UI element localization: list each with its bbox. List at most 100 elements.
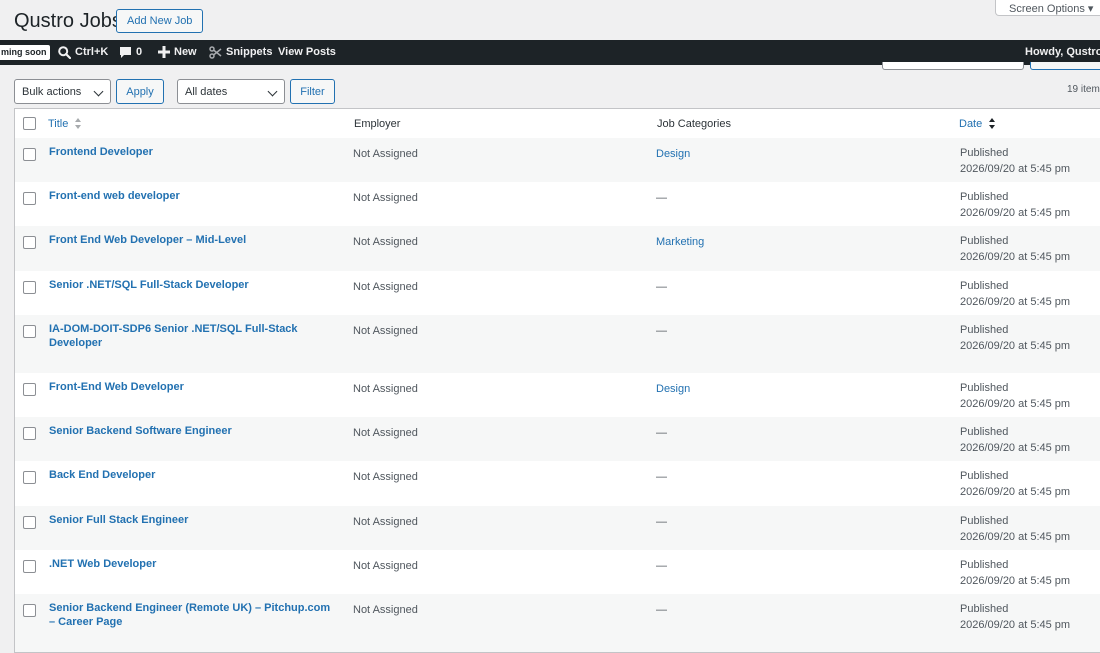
job-title-link[interactable]: .NET Web Developer [49, 557, 339, 571]
employer-value: Not Assigned [353, 560, 418, 572]
table-row: Front-end web developer Not Assigned — Publ… [15, 182, 1100, 226]
job-title-link[interactable]: IA-DOM-DOIT-SDP6 Senior .NET/SQL Full-St… [49, 322, 339, 350]
bulk-actions-select[interactable]: Bulk actions [14, 79, 111, 104]
table-row: Senior Backend Software Engineer Not Assi… [15, 417, 1100, 461]
date-column-label: Date [959, 118, 983, 130]
search-input[interactable] [882, 62, 1024, 70]
publish-date: 2026/09/20 at 5:45 pm [960, 340, 1071, 352]
jobs-table: Title Employer Job Categories Date Front… [14, 108, 1100, 653]
title-column-header[interactable]: Title [48, 118, 82, 130]
row-checkbox[interactable] [23, 427, 36, 440]
category-link[interactable]: Marketing [656, 235, 704, 249]
publish-status: Published [960, 382, 1009, 394]
job-title-link[interactable]: Senior Backend Engineer (Remote UK) – Pi… [49, 601, 339, 629]
publish-status: Published [960, 515, 1009, 527]
publish-date: 2026/09/20 at 5:45 pm [960, 207, 1071, 219]
comments-count: 0 [136, 46, 143, 58]
coming-soon-badge[interactable]: ming soon [0, 45, 50, 60]
table-row: Frontend Developer Not Assigned Design Publ… [15, 138, 1100, 182]
table-row: Senior Backend Engineer (Remote UK) – Pi… [15, 594, 1100, 652]
publish-date: 2026/09/20 at 5:45 pm [960, 296, 1071, 308]
search-shortcut-label: Ctrl+K [75, 46, 109, 58]
job-title-link[interactable]: Senior .NET/SQL Full-Stack Developer [49, 278, 339, 292]
add-new-job-button[interactable]: Add New Job [116, 9, 204, 33]
employer-value: Not Assigned [353, 192, 418, 204]
row-checkbox[interactable] [23, 236, 36, 249]
table-header: Title Employer Job Categories Date [15, 109, 1100, 139]
title-column-label: Title [48, 118, 69, 130]
date-column-header[interactable]: Date [959, 118, 996, 130]
publish-date: 2026/09/20 at 5:45 pm [960, 575, 1071, 587]
row-checkbox[interactable] [23, 516, 36, 529]
employer-column-header: Employer [354, 118, 401, 130]
employer-value: Not Assigned [353, 471, 418, 483]
publish-status: Published [960, 324, 1009, 336]
job-title-link[interactable]: Front End Web Developer – Mid-Level [49, 233, 339, 247]
category-link[interactable]: Design [656, 382, 690, 396]
search-icon [58, 45, 71, 59]
chevron-down-icon [267, 86, 278, 97]
job-title-link[interactable]: Senior Full Stack Engineer [49, 513, 339, 527]
view-posts-link[interactable]: View Posts [278, 40, 336, 65]
page-title: Qustro Jobs [14, 10, 122, 32]
chevron-down-icon [93, 86, 104, 97]
row-checkbox[interactable] [23, 325, 36, 338]
row-checkbox[interactable] [23, 604, 36, 617]
new-content-menu[interactable]: New [158, 40, 197, 65]
row-checkbox[interactable] [23, 192, 36, 205]
job-title-link[interactable]: Back End Developer [49, 468, 339, 482]
publish-status: Published [960, 235, 1009, 247]
publish-status: Published [960, 147, 1009, 159]
job-title-link[interactable]: Front-End Web Developer [49, 380, 339, 394]
row-checkbox[interactable] [23, 383, 36, 396]
job-title-link[interactable]: Senior Backend Software Engineer [49, 424, 339, 438]
screen-options-button[interactable]: Screen Options ▾ [995, 0, 1100, 16]
publish-date: 2026/09/20 at 5:45 pm [960, 442, 1071, 454]
publish-status: Published [960, 470, 1009, 482]
filter-button[interactable]: Filter [290, 79, 335, 104]
comment-icon [120, 46, 131, 58]
row-checkbox[interactable] [23, 560, 36, 573]
table-row: Front End Web Developer – Mid-Level Not A… [15, 226, 1100, 271]
publish-date: 2026/09/20 at 5:45 pm [960, 531, 1071, 543]
categories-column-header: Job Categories [657, 118, 731, 130]
snippets-menu[interactable]: Snippets [209, 40, 272, 65]
apply-button[interactable]: Apply [116, 79, 164, 104]
category-empty: — [656, 325, 667, 337]
publish-status: Published [960, 426, 1009, 438]
category-empty: — [656, 560, 667, 572]
date-filter-select[interactable]: All dates [177, 79, 285, 104]
job-title-link[interactable]: Front-end web developer [49, 189, 339, 203]
publish-date: 2026/09/20 at 5:45 pm [960, 398, 1071, 410]
table-row: .NET Web Developer Not Assigned — Published… [15, 550, 1100, 594]
category-empty: — [656, 516, 667, 528]
employer-value: Not Assigned [353, 281, 418, 293]
employer-value: Not Assigned [353, 604, 418, 616]
category-empty: — [656, 192, 667, 204]
scissors-icon [209, 45, 222, 59]
publish-date: 2026/09/20 at 5:45 pm [960, 163, 1071, 175]
publish-status: Published [960, 280, 1009, 292]
employer-value: Not Assigned [353, 325, 418, 337]
employer-value: Not Assigned [353, 516, 418, 528]
publish-date: 2026/09/20 at 5:45 pm [960, 619, 1071, 631]
row-checkbox[interactable] [23, 281, 36, 294]
category-empty: — [656, 427, 667, 439]
date-filter-value: All dates [185, 86, 228, 98]
table-row: Back End Developer Not Assigned — Published… [15, 461, 1100, 506]
table-row: IA-DOM-DOIT-SDP6 Senior .NET/SQL Full-St… [15, 315, 1100, 373]
publish-date: 2026/09/20 at 5:45 pm [960, 251, 1071, 263]
comments-link[interactable]: 0 [119, 40, 142, 65]
table-row: Senior Full Stack Engineer Not Assigned — P… [15, 506, 1100, 550]
publish-status: Published [960, 191, 1009, 203]
select-all-checkbox[interactable] [23, 117, 36, 130]
snippets-label: Snippets [226, 46, 273, 58]
employer-value: Not Assigned [353, 427, 418, 439]
row-checkbox[interactable] [23, 148, 36, 161]
category-link[interactable]: Design [656, 147, 690, 161]
search-button[interactable] [1030, 62, 1100, 70]
job-title-link[interactable]: Frontend Developer [49, 145, 339, 159]
search-shortcut[interactable]: Ctrl+K [58, 40, 108, 65]
new-label: New [174, 46, 197, 58]
row-checkbox[interactable] [23, 471, 36, 484]
